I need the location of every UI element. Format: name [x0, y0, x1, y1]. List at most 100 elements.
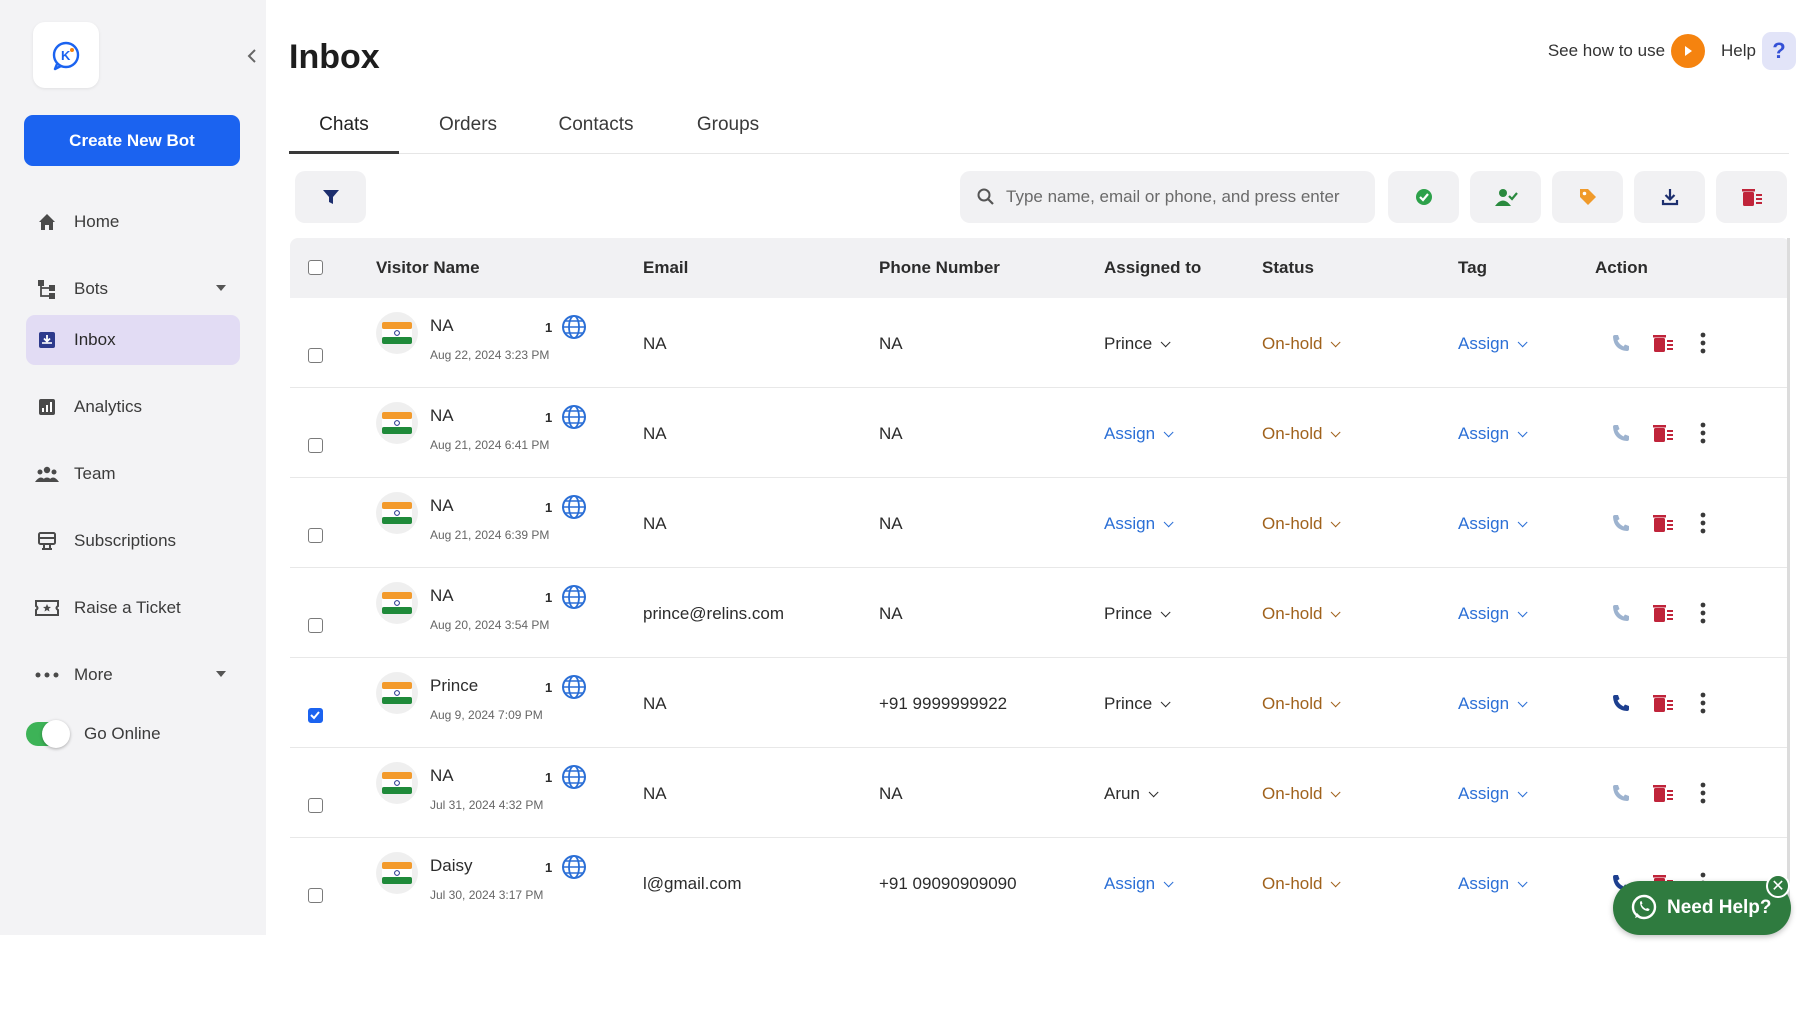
- assigned-to-dropdown[interactable]: Prince: [1104, 604, 1171, 624]
- visitor-name[interactable]: Prince: [430, 676, 478, 696]
- table-row[interactable]: NA Aug 21, 2024 6:39 PM 1 NA NA Assign On-hold…: [290, 478, 1787, 568]
- sidebar-item-inbox[interactable]: Inbox: [26, 315, 240, 365]
- status-dropdown[interactable]: On-hold: [1262, 694, 1342, 714]
- visitor-name[interactable]: NA: [430, 496, 454, 516]
- table-row[interactable]: NA Jul 31, 2024 4:32 PM 1 NA NA Arun On-hold As…: [290, 748, 1787, 838]
- delete-row-button[interactable]: [1650, 420, 1676, 446]
- tag-dropdown[interactable]: Assign: [1458, 424, 1528, 444]
- row-checkbox[interactable]: [308, 888, 323, 903]
- call-button[interactable]: [1608, 690, 1634, 716]
- filter-button[interactable]: [295, 171, 366, 223]
- tag-dropdown[interactable]: Assign: [1458, 874, 1528, 894]
- select-all-checkbox[interactable]: [308, 260, 323, 275]
- table-row[interactable]: Prince Aug 9, 2024 7:09 PM 1 NA +91 99999999…: [290, 658, 1787, 748]
- more-options-button[interactable]: [1690, 600, 1716, 626]
- chevron-down-icon: [1331, 336, 1342, 347]
- download-button[interactable]: [1634, 171, 1705, 223]
- sidebar-item-bots[interactable]: Bots: [26, 264, 240, 314]
- need-help-button[interactable]: Need Help?: [1613, 881, 1791, 935]
- assigned-to-dropdown[interactable]: Assign: [1104, 874, 1174, 894]
- row-checkbox[interactable]: [308, 798, 323, 813]
- row-checkbox[interactable]: [308, 438, 323, 453]
- delete-row-button[interactable]: [1650, 600, 1676, 626]
- more-options-button[interactable]: [1690, 510, 1716, 536]
- go-online-toggle[interactable]: [26, 720, 70, 748]
- more-options-button[interactable]: [1690, 420, 1716, 446]
- tag-dropdown[interactable]: Assign: [1458, 784, 1528, 804]
- mark-resolved-button[interactable]: [1388, 171, 1459, 223]
- row-checkbox[interactable]: [308, 528, 323, 543]
- delete-row-button[interactable]: [1650, 330, 1676, 356]
- assign-tag-button[interactable]: [1552, 171, 1623, 223]
- sidebar-item-subscriptions[interactable]: Subscriptions: [26, 516, 240, 566]
- help-button[interactable]: ?: [1762, 32, 1796, 70]
- more-options-button[interactable]: [1690, 690, 1716, 716]
- tag-value: Assign: [1458, 694, 1510, 713]
- call-button[interactable]: [1608, 780, 1634, 806]
- assign-agent-button[interactable]: [1470, 171, 1541, 223]
- go-online-row: Go Online: [26, 720, 161, 748]
- sidebar-item-label: Raise a Ticket: [74, 598, 181, 617]
- call-button[interactable]: [1608, 420, 1634, 446]
- table-row[interactable]: NA Aug 22, 2024 3:23 PM 1 NA NA Prince On-hold…: [290, 298, 1787, 388]
- bulk-delete-button[interactable]: [1716, 171, 1787, 223]
- app-logo[interactable]: K: [33, 22, 99, 88]
- visitor-name[interactable]: NA: [430, 406, 454, 426]
- see-how-to-use-link[interactable]: See how to use: [1548, 41, 1665, 61]
- assigned-to-dropdown[interactable]: Arun: [1104, 784, 1159, 804]
- assigned-to-dropdown[interactable]: Prince: [1104, 694, 1171, 714]
- row-checkbox[interactable]: [308, 348, 323, 363]
- call-button[interactable]: [1608, 330, 1634, 356]
- search-input[interactable]: [1006, 187, 1356, 207]
- delete-row-button[interactable]: [1650, 690, 1676, 716]
- status-dropdown[interactable]: On-hold: [1262, 424, 1342, 444]
- status-dropdown[interactable]: On-hold: [1262, 334, 1342, 354]
- visitor-name[interactable]: NA: [430, 586, 454, 606]
- sidebar-item-more[interactable]: More: [26, 650, 240, 700]
- sidebar-item-home[interactable]: Home: [26, 197, 240, 247]
- kebab-menu-icon: [1700, 782, 1706, 804]
- visitor-name[interactable]: NA: [430, 316, 454, 336]
- sidebar-item-label: Inbox: [74, 330, 116, 349]
- tab-groups[interactable]: Groups: [674, 104, 782, 154]
- trash-icon: [1653, 785, 1673, 802]
- status-dropdown[interactable]: On-hold: [1262, 514, 1342, 534]
- assigned-to-dropdown[interactable]: Assign: [1104, 514, 1174, 534]
- table-row[interactable]: Daisy Jul 30, 2024 3:17 PM 1 l@gmail.com +91…: [290, 838, 1787, 914]
- call-button[interactable]: [1608, 510, 1634, 536]
- table-row[interactable]: NA Aug 21, 2024 6:41 PM 1 NA NA Assign On-hold…: [290, 388, 1787, 478]
- tag-dropdown[interactable]: Assign: [1458, 334, 1528, 354]
- tab-orders[interactable]: Orders: [419, 104, 517, 154]
- tab-contacts[interactable]: Contacts: [535, 104, 657, 154]
- play-tutorial-button[interactable]: [1671, 34, 1706, 68]
- sidebar-item-analytics[interactable]: Analytics: [26, 382, 240, 432]
- table-header: Visitor Name Email Phone Number Assigned…: [290, 238, 1787, 298]
- sidebar-item-raise-ticket[interactable]: Raise a Ticket: [26, 583, 240, 633]
- email-cell: NA: [643, 514, 667, 533]
- tag-dropdown[interactable]: Assign: [1458, 694, 1528, 714]
- more-options-button[interactable]: [1690, 780, 1716, 806]
- tag-dropdown[interactable]: Assign: [1458, 514, 1528, 534]
- sidebar-item-team[interactable]: Team: [26, 449, 240, 499]
- column-header-assigned-to: Assigned to: [1104, 258, 1202, 277]
- assigned-to-dropdown[interactable]: Prince: [1104, 334, 1171, 354]
- delete-row-button[interactable]: [1650, 780, 1676, 806]
- visitor-name[interactable]: NA: [430, 766, 454, 786]
- collapse-sidebar-button[interactable]: [243, 44, 261, 68]
- status-dropdown[interactable]: On-hold: [1262, 784, 1342, 804]
- call-button[interactable]: [1608, 600, 1634, 626]
- assigned-to-dropdown[interactable]: Assign: [1104, 424, 1174, 444]
- more-options-button[interactable]: [1690, 330, 1716, 356]
- status-dropdown[interactable]: On-hold: [1262, 604, 1342, 624]
- row-checkbox[interactable]: [308, 708, 323, 723]
- table-row[interactable]: NA Aug 20, 2024 3:54 PM 1 prince@relins.com…: [290, 568, 1787, 658]
- row-checkbox[interactable]: [308, 618, 323, 633]
- close-icon[interactable]: ✕: [1766, 874, 1790, 898]
- create-new-bot-button[interactable]: Create New Bot: [24, 115, 240, 166]
- svg-text:K: K: [61, 48, 71, 63]
- tag-dropdown[interactable]: Assign: [1458, 604, 1528, 624]
- delete-row-button[interactable]: [1650, 510, 1676, 536]
- status-dropdown[interactable]: On-hold: [1262, 874, 1342, 894]
- visitor-name[interactable]: Daisy: [430, 856, 473, 876]
- tab-chats[interactable]: Chats: [289, 104, 399, 154]
